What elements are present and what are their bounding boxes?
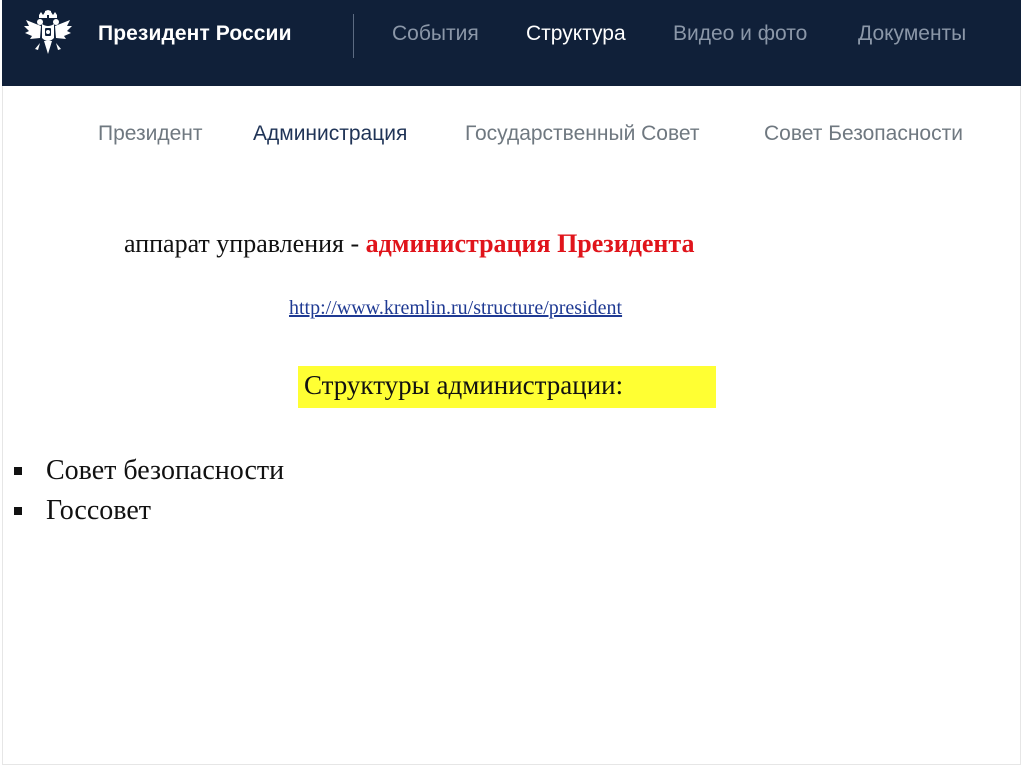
list-item: Госсовет — [12, 491, 284, 531]
site-title[interactable]: Президент России — [98, 22, 292, 46]
nav-item-events[interactable]: События — [392, 22, 479, 46]
nav-item-structure[interactable]: Структура — [526, 22, 626, 46]
source-link[interactable]: http://www.kremlin.ru/structure/presiden… — [289, 297, 622, 320]
headline-prefix: аппарат управления - — [124, 229, 360, 258]
list-item-label: Совет безопасности — [46, 455, 285, 486]
double-headed-eagle-icon[interactable] — [22, 10, 74, 62]
site-header: Президент России События Структура Видео… — [2, 0, 1021, 86]
list-item-label: Госсовет — [46, 495, 151, 526]
sub-nav-item-state-council[interactable]: Государственный Совет — [465, 122, 700, 146]
square-bullet-icon — [14, 507, 22, 515]
headline-accent: администрация Президента — [365, 229, 695, 258]
sub-nav-item-president[interactable]: Президент — [98, 122, 203, 146]
section-heading: Структуры администрации: — [298, 366, 716, 408]
sub-nav-item-security-council[interactable]: Совет Безопасности — [764, 122, 963, 146]
headline: аппарат управления - администрация Прези… — [124, 229, 695, 259]
nav-item-video-photo[interactable]: Видео и фото — [673, 22, 807, 46]
bullet-list: Совет безопасности Госсовет — [12, 451, 284, 531]
slide-page: Президент России События Структура Видео… — [0, 0, 1024, 767]
sub-nav-item-administration[interactable]: Администрация — [253, 122, 407, 146]
nav-item-documents[interactable]: Документы — [858, 22, 966, 46]
header-divider — [353, 14, 354, 58]
square-bullet-icon — [14, 467, 22, 475]
list-item: Совет безопасности — [12, 451, 284, 491]
